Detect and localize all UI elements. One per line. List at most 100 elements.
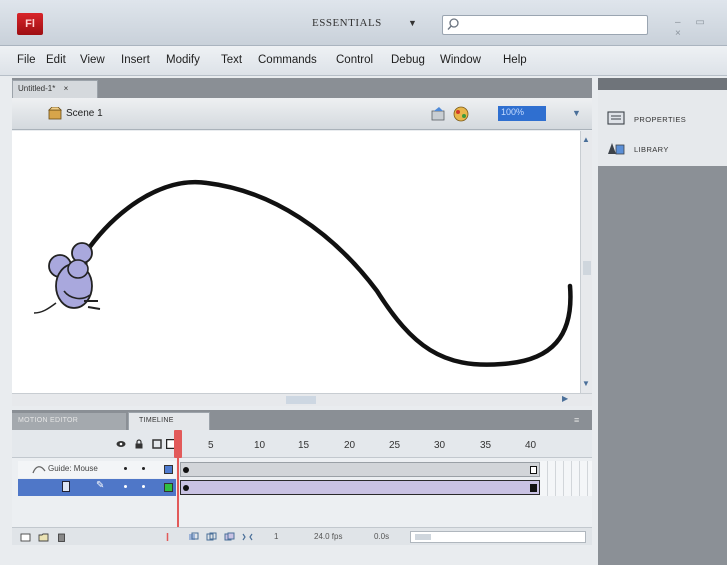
pencil-icon: ✎ bbox=[96, 480, 105, 491]
document-tab-label: Untitled-1* bbox=[18, 84, 56, 93]
new-layer-icon[interactable] bbox=[20, 532, 31, 542]
empty-frames-grid[interactable] bbox=[540, 461, 592, 496]
layer-row-mouse[interactable]: ✎ bbox=[12, 479, 592, 496]
properties-icon bbox=[607, 111, 625, 125]
keyframe[interactable] bbox=[183, 485, 189, 491]
search-icon bbox=[447, 18, 459, 30]
close-icon[interactable]: × bbox=[64, 84, 69, 93]
layer-row-guide[interactable]: Guide: Mouse bbox=[12, 461, 592, 478]
menu-modify[interactable]: Modify bbox=[166, 54, 200, 66]
frame-number: 20 bbox=[344, 440, 356, 451]
scroll-up-icon[interactable]: ▲ bbox=[582, 135, 590, 144]
onion-outline-icon[interactable] bbox=[206, 532, 217, 542]
outline-icon[interactable] bbox=[152, 439, 162, 449]
scene-icon bbox=[48, 107, 62, 120]
chevron-down-icon[interactable]: ▼ bbox=[408, 18, 417, 28]
guide-layer-icon bbox=[32, 466, 46, 474]
motion-tween-span[interactable] bbox=[180, 480, 540, 495]
dock-header[interactable] bbox=[598, 78, 727, 90]
menu-window[interactable]: Window bbox=[440, 54, 481, 66]
bottom-panel-tabs: MOTION EDITOR TIMELINE ≡ bbox=[12, 410, 592, 430]
frame-number: 5 bbox=[208, 440, 214, 451]
panel-menu-icon[interactable]: ≡ bbox=[574, 415, 579, 425]
timeline-header: 5 10 15 20 25 30 35 40 bbox=[12, 430, 592, 458]
chevron-down-icon[interactable]: ▼ bbox=[572, 108, 581, 118]
frame-number: 25 bbox=[389, 440, 401, 451]
lock-icon[interactable] bbox=[134, 439, 144, 449]
layer-name-cell[interactable]: Guide: Mouse bbox=[18, 461, 176, 478]
library-icon bbox=[608, 143, 625, 155]
edit-bar: Scene 1 100% ▼ bbox=[12, 98, 592, 130]
properties-label: PROPERTIES bbox=[634, 115, 687, 124]
edit-multiple-frames-icon[interactable] bbox=[224, 532, 235, 542]
playhead-handle[interactable] bbox=[174, 430, 182, 458]
menu-edit[interactable]: Edit bbox=[46, 54, 66, 66]
window-controls[interactable]: – ▭ × bbox=[675, 17, 727, 39]
scrollbar-thumb[interactable] bbox=[583, 261, 591, 275]
end-frame[interactable] bbox=[530, 466, 537, 474]
menu-help[interactable]: Help bbox=[503, 54, 527, 66]
menu-commands[interactable]: Commands bbox=[258, 54, 317, 66]
search-input[interactable] bbox=[442, 15, 648, 35]
timeline-panel: 5 10 15 20 25 30 35 40 Guide: Mouse ✎ 1 … bbox=[12, 430, 592, 545]
scroll-right-icon[interactable]: ▶ bbox=[562, 394, 568, 403]
scrollbar-thumb[interactable] bbox=[286, 396, 316, 404]
timeline-footer: 1 24.0 fps 0.0s bbox=[12, 527, 592, 545]
frame-number: 15 bbox=[298, 440, 310, 451]
scene-label[interactable]: Scene 1 bbox=[66, 108, 103, 119]
tab-timeline[interactable]: TIMELINE bbox=[128, 412, 210, 430]
layer-label: Guide: Mouse bbox=[48, 464, 98, 473]
stage-vertical-scrollbar[interactable]: ▲ ▼ bbox=[580, 131, 592, 393]
scroll-down-icon[interactable]: ▼ bbox=[582, 379, 590, 388]
layer-color-swatch[interactable] bbox=[164, 465, 173, 474]
document-tab-strip: Untitled-1* × bbox=[12, 78, 592, 98]
frame-number: 40 bbox=[525, 440, 537, 451]
stage-canvas bbox=[33, 179, 573, 367]
center-frame-icon[interactable] bbox=[162, 532, 173, 542]
library-label: LIBRARY bbox=[634, 145, 669, 154]
timeline-horizontal-scrollbar[interactable] bbox=[410, 531, 586, 543]
menu-view[interactable]: View bbox=[80, 54, 105, 66]
frame-number: 30 bbox=[434, 440, 446, 451]
eye-icon[interactable] bbox=[116, 439, 126, 449]
app-logo: Fl bbox=[17, 13, 43, 35]
stage[interactable] bbox=[12, 131, 580, 393]
visibility-dot[interactable] bbox=[124, 485, 127, 488]
edit-scene-icon[interactable] bbox=[452, 105, 470, 123]
tab-motion-editor[interactable]: MOTION EDITOR bbox=[12, 413, 126, 430]
lock-dot[interactable] bbox=[142, 467, 145, 470]
keyframe[interactable] bbox=[183, 467, 189, 473]
scrollbar-thumb[interactable] bbox=[415, 534, 431, 540]
layer-page-icon bbox=[62, 481, 70, 492]
menu-debug[interactable]: Debug bbox=[391, 54, 425, 66]
visibility-dot[interactable] bbox=[124, 467, 127, 470]
menu-control[interactable]: Control bbox=[336, 54, 373, 66]
edit-symbols-icon[interactable] bbox=[430, 106, 446, 122]
layer-frames-span[interactable] bbox=[180, 462, 540, 477]
right-dock: PROPERTIES LIBRARY bbox=[598, 78, 727, 565]
elapsed-time-label: 0.0s bbox=[374, 532, 390, 541]
zoom-field[interactable]: 100% bbox=[498, 106, 546, 121]
workspace-switcher[interactable]: ESSENTIALS bbox=[312, 17, 382, 29]
dock-panels: PROPERTIES LIBRARY bbox=[598, 90, 727, 166]
end-keyframe[interactable] bbox=[530, 484, 537, 492]
current-frame-label: 1 bbox=[274, 532, 279, 541]
menu-insert[interactable]: Insert bbox=[121, 54, 150, 66]
motion-guide-path[interactable] bbox=[77, 179, 573, 367]
layer-name-cell[interactable]: ✎ bbox=[18, 479, 176, 496]
lock-dot[interactable] bbox=[142, 485, 145, 488]
mouse-character[interactable] bbox=[33, 242, 101, 314]
new-folder-icon[interactable] bbox=[38, 532, 49, 542]
menu-text[interactable]: Text bbox=[221, 54, 242, 66]
delete-icon[interactable] bbox=[56, 532, 67, 542]
menu-bar: File Edit View Insert Modify Text Comman… bbox=[0, 46, 727, 76]
layer-color-swatch[interactable] bbox=[164, 483, 173, 492]
frame-number: 10 bbox=[254, 440, 266, 451]
document-tab[interactable]: Untitled-1* × bbox=[12, 80, 98, 98]
frame-rate-label[interactable]: 24.0 fps bbox=[314, 532, 342, 541]
onion-skin-icon[interactable] bbox=[188, 532, 199, 542]
menu-file[interactable]: File bbox=[17, 54, 36, 66]
stage-horizontal-scrollbar[interactable]: ▶ bbox=[12, 393, 592, 406]
modify-markers-icon[interactable] bbox=[242, 532, 253, 542]
frame-number: 35 bbox=[480, 440, 492, 451]
